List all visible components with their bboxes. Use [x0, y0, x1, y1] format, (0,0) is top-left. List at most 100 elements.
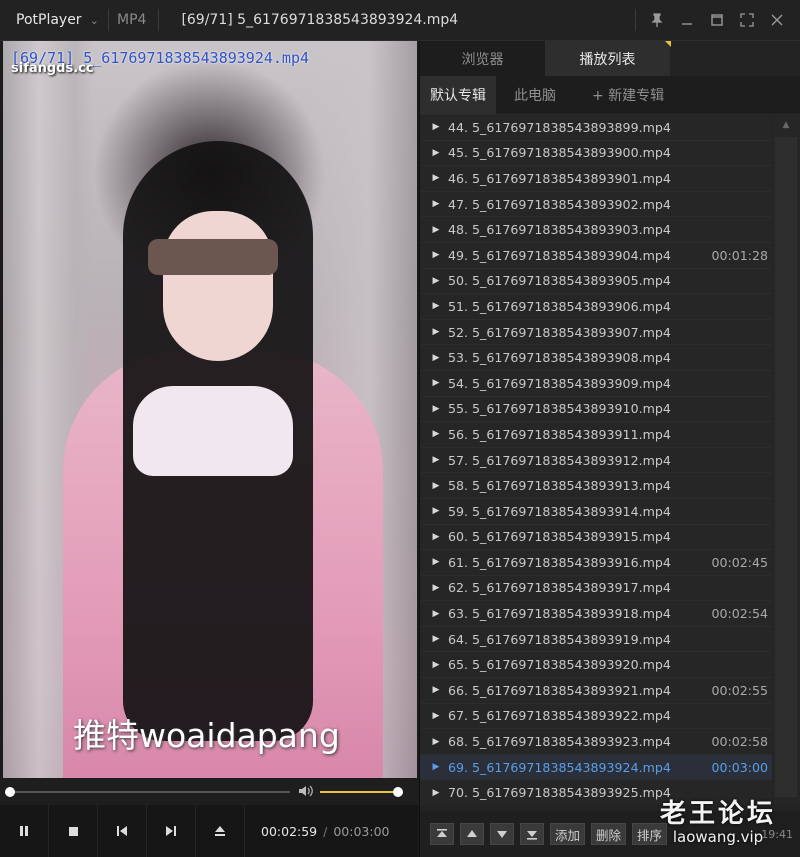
close-icon[interactable] — [762, 0, 792, 40]
window-controls — [635, 0, 792, 40]
app-menu-button[interactable]: PotPlayer ⌄ — [0, 0, 106, 40]
play-icon: ▶ — [432, 608, 440, 619]
open-file-button[interactable] — [196, 805, 245, 857]
delete-button[interactable]: 删除 — [591, 823, 627, 845]
playlist-item-name: 63. 5_6176971838543893918.mp4 — [448, 606, 671, 622]
playlist-item[interactable]: ▶ 47. 5_6176971838543893902.mp4 — [420, 192, 772, 218]
divider — [158, 9, 160, 31]
playlist-item[interactable]: ▶ 52. 5_6176971838543893907.mp4 — [420, 320, 772, 346]
move-down-button[interactable] — [490, 823, 514, 845]
playlist-item[interactable]: ▶ 54. 5_6176971838543893909.mp4 — [420, 371, 772, 397]
time-display: 00:02:59 / 00:03:00 — [261, 824, 390, 839]
playlist-item-name: 53. 5_6176971838543893908.mp4 — [448, 350, 671, 366]
playlist-item[interactable]: ▶ 60. 5_6176971838543893915.mp4 — [420, 525, 772, 551]
playlist-item[interactable]: ▶ 61. 5_6176971838543893916.mp4 00:02:45 — [420, 550, 772, 576]
playlist-item-name: 67. 5_6176971838543893922.mp4 — [448, 708, 671, 724]
video-frame[interactable]: sifangds.cc [69/71] 5_617697183854389392… — [3, 41, 417, 778]
video-image-blindfold — [148, 239, 278, 275]
playlist-item[interactable]: ▶ 63. 5_6176971838543893918.mp4 00:02:54 — [420, 601, 772, 627]
window-title: [69/71] 5_6176971838543893924.mp4 — [181, 12, 459, 28]
playlist-item-duration: 00:01:28 — [711, 247, 768, 263]
minimize-icon[interactable] — [672, 0, 702, 40]
previous-button[interactable] — [98, 805, 147, 857]
fullscreen-icon[interactable] — [732, 0, 762, 40]
format-label: MP4 — [117, 12, 147, 28]
move-bottom-icon — [527, 831, 537, 840]
playlist-item[interactable]: ▶ 46. 5_6176971838543893901.mp4 — [420, 166, 772, 192]
playlist-item[interactable]: ▶ 49. 5_6176971838543893904.mp4 00:01:28 — [420, 243, 772, 269]
playlist-item[interactable]: ▶ 55. 5_6176971838543893910.mp4 — [420, 397, 772, 423]
playlist-item[interactable]: ▶ 69. 5_6176971838543893924.mp4 00:03:00 — [420, 754, 772, 781]
seek-bar[interactable] — [5, 787, 290, 797]
playlist-item[interactable]: ▶ 45. 5_6176971838543893900.mp4 — [420, 141, 772, 167]
tab-playlist[interactable]: 播放列表 — [545, 41, 670, 76]
playlist-item-duration: 00:02:45 — [711, 554, 768, 570]
maximize-icon[interactable] — [702, 0, 732, 40]
playlist: ▶ 44. 5_6176971838543893899.mp4 ▶ 45. 5_617… — [420, 115, 772, 805]
play-icon: ▶ — [432, 480, 440, 491]
add-button[interactable]: 添加 — [550, 823, 586, 845]
site-watermark: 老王论坛 laowang.vip — [660, 793, 776, 846]
playlist-item-name: 54. 5_6176971838543893909.mp4 — [448, 375, 671, 391]
new-album-button[interactable]: + 新建专辑 — [574, 76, 682, 114]
time-separator: / — [323, 823, 328, 839]
playlist-item[interactable]: ▶ 50. 5_6176971838543893905.mp4 — [420, 269, 772, 295]
play-icon: ▶ — [432, 531, 440, 542]
next-button[interactable] — [147, 805, 196, 857]
tab-default-album[interactable]: 默认专辑 — [420, 76, 496, 114]
move-to-top-button[interactable] — [430, 823, 454, 845]
album-tabs: 默认专辑 此电脑 + 新建专辑 — [420, 76, 800, 115]
volume-handle[interactable] — [392, 787, 403, 797]
scrollbar-thumb[interactable] — [775, 137, 797, 797]
playlist-item-name: 62. 5_6176971838543893917.mp4 — [448, 580, 671, 596]
play-icon: ▶ — [432, 455, 440, 466]
playlist-panel: 浏览器 播放列表 默认专辑 此电脑 + 新建专辑 ▶ 44. 5_61769718… — [419, 41, 800, 857]
playlist-item[interactable]: ▶ 56. 5_6176971838543893911.mp4 — [420, 422, 772, 448]
play-icon: ▶ — [432, 147, 440, 158]
move-up-icon — [467, 830, 477, 837]
play-icon: ▶ — [432, 736, 440, 747]
seek-handle[interactable] — [5, 787, 15, 797]
scroll-up-icon[interactable]: ▲ — [779, 120, 793, 132]
playlist-item[interactable]: ▶ 44. 5_6176971838543893899.mp4 — [420, 115, 772, 141]
playlist-item-name: 64. 5_6176971838543893919.mp4 — [448, 631, 671, 647]
app-name: PotPlayer — [16, 12, 82, 28]
tab-this-pc[interactable]: 此电脑 — [496, 76, 574, 114]
playlist-item-name: 58. 5_6176971838543893913.mp4 — [448, 478, 671, 494]
tab-browser[interactable]: 浏览器 — [420, 41, 545, 76]
move-up-button[interactable] — [460, 823, 484, 845]
playlist-item[interactable]: ▶ 68. 5_6176971838543893923.mp4 00:02:58 — [420, 729, 772, 755]
play-icon: ▶ — [432, 250, 440, 261]
elapsed-time: 00:02:59 — [261, 823, 318, 839]
playlist-item-name: 50. 5_6176971838543893905.mp4 — [448, 273, 671, 289]
playlist-item[interactable]: ▶ 66. 5_6176971838543893921.mp4 00:02:55 — [420, 678, 772, 704]
playlist-item-name: 44. 5_6176971838543893899.mp4 — [448, 119, 671, 135]
pin-icon[interactable] — [642, 0, 672, 40]
skip-forward-icon — [166, 826, 176, 836]
playlist-item-name: 48. 5_6176971838543893903.mp4 — [448, 222, 671, 238]
playlist-item[interactable]: ▶ 48. 5_6176971838543893903.mp4 — [420, 217, 772, 243]
playlist-item[interactable]: ▶ 65. 5_6176971838543893920.mp4 — [420, 652, 772, 679]
playlist-item-name: 66. 5_6176971838543893921.mp4 — [448, 682, 671, 698]
play-icon: ▶ — [432, 403, 440, 414]
playlist-item[interactable]: ▶ 59. 5_6176971838543893914.mp4 — [420, 499, 772, 525]
playlist-item[interactable]: ▶ 53. 5_6176971838543893908.mp4 — [420, 345, 772, 371]
play-icon: ▶ — [432, 762, 440, 773]
title-bar: PotPlayer ⌄ MP4 [69/71] 5_61769718385438… — [0, 0, 800, 41]
playlist-item[interactable]: ▶ 57. 5_6176971838543893912.mp4 — [420, 448, 772, 474]
playlist-item[interactable]: ▶ 62. 5_6176971838543893917.mp4 — [420, 576, 772, 602]
move-to-bottom-button[interactable] — [520, 823, 544, 845]
playlist-item[interactable]: ▶ 67. 5_6176971838543893922.mp4 — [420, 704, 772, 730]
playlist-item-duration: 00:02:54 — [711, 606, 768, 622]
playlist-item[interactable]: ▶ 64. 5_6176971838543893919.mp4 — [420, 627, 772, 653]
playlist-item-name: 49. 5_6176971838543893904.mp4 — [448, 247, 671, 263]
volume-slider[interactable] — [320, 787, 403, 797]
playlist-item-name: 47. 5_6176971838543893902.mp4 — [448, 196, 671, 212]
stop-button[interactable] — [49, 805, 98, 857]
volume-icon[interactable] — [298, 784, 314, 802]
pause-button[interactable] — [0, 805, 49, 857]
video-caption: 推特woaidapang — [73, 716, 340, 755]
playlist-item[interactable]: ▶ 58. 5_6176971838543893913.mp4 — [420, 473, 772, 499]
playlist-scrollbar[interactable]: ▲ — [773, 115, 800, 805]
playlist-item[interactable]: ▶ 51. 5_6176971838543893906.mp4 — [420, 294, 772, 320]
